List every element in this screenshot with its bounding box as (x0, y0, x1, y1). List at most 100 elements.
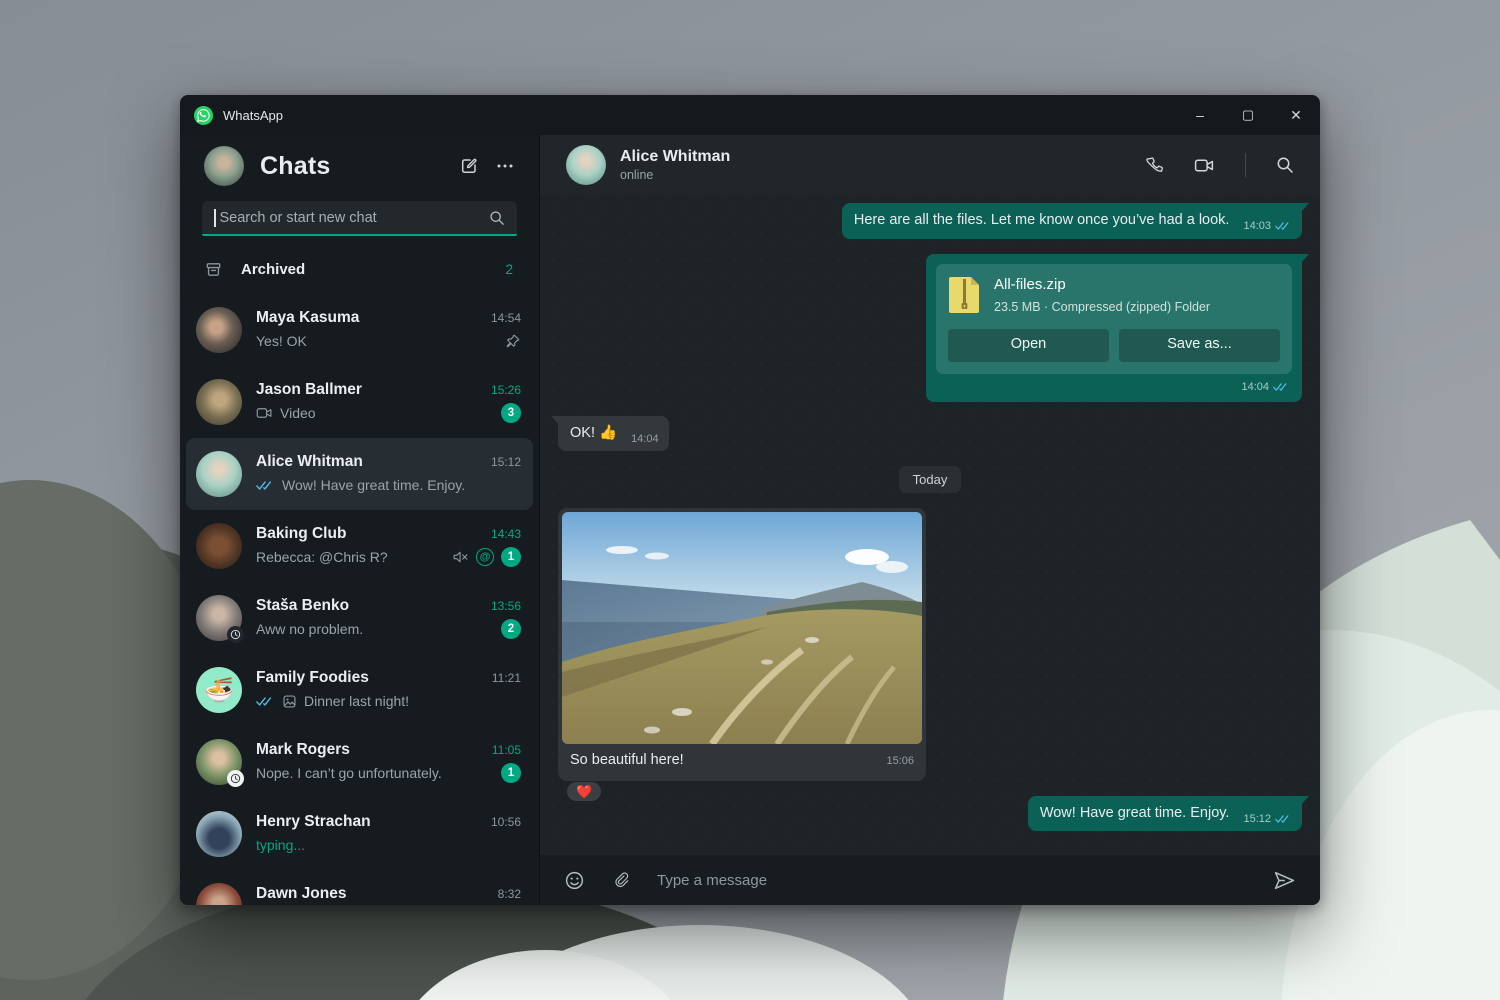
photo-attachment-icon (282, 694, 297, 709)
emoji-button[interactable] (564, 870, 585, 891)
pending-clock-icon (227, 626, 244, 643)
image-caption: So beautiful here! (570, 751, 684, 771)
chat-list: Maya Kasuma 14:54 Yes! OK Jason Ballmer 15… (180, 294, 539, 905)
divider (1245, 153, 1246, 177)
chat-list-item-mark[interactable]: Mark Rogers11:05 Nope. I can’t go unfort… (186, 726, 533, 798)
chat-name: Alice Whitman (256, 453, 363, 471)
contact-name: Alice Whitman (620, 148, 1131, 166)
sidebar: Chats Search or start new chat Archived … (180, 135, 540, 905)
whatsapp-logo-icon (194, 106, 213, 125)
chat-list-item-alice[interactable]: Alice Whitman15:12 Wow! Have great time.… (186, 438, 533, 510)
message-time: 15:12 (1243, 812, 1271, 827)
minimize-button[interactable]: – (1176, 95, 1224, 135)
avatar (196, 307, 242, 353)
read-ticks-icon (1275, 814, 1292, 824)
sidebar-header: Chats (180, 139, 539, 193)
chat-time: 14:54 (491, 311, 521, 325)
chat-preview: Rebecca: @Chris R? (256, 549, 445, 565)
message-outgoing-text[interactable]: Wow! Have great time. Enjoy. 15:12 (1028, 796, 1302, 832)
avatar (196, 379, 242, 425)
chat-name: Family Foodies (256, 669, 369, 687)
avatar (196, 595, 242, 641)
archive-icon (204, 260, 223, 279)
maximize-button[interactable]: ▢ (1224, 95, 1272, 135)
unread-badge: 3 (501, 403, 521, 423)
window-title: WhatsApp (223, 108, 283, 123)
search-placeholder: Search or start new chat (218, 210, 488, 226)
voice-call-button[interactable] (1145, 156, 1164, 175)
chat-preview: Dinner last night! (304, 693, 521, 709)
chat-name: Mark Rogers (256, 741, 350, 759)
send-button[interactable] (1273, 870, 1296, 891)
open-file-button[interactable]: Open (948, 329, 1109, 362)
chat-name: Baking Club (256, 525, 346, 543)
unread-badge: 2 (501, 619, 521, 639)
message-input[interactable]: Type a message (657, 872, 1247, 889)
avatar (196, 811, 242, 857)
window-titlebar: WhatsApp – ▢ ✕ (180, 95, 1320, 135)
landscape-photo (562, 512, 922, 744)
avatar (196, 451, 242, 497)
archived-count: 2 (505, 262, 513, 277)
message-text: OK! 👍 (570, 425, 617, 441)
message-time: 14:04 (631, 432, 659, 447)
menu-button[interactable] (495, 156, 515, 176)
chat-name: Jason Ballmer (256, 381, 362, 399)
chat-list-item-henry[interactable]: Henry Strachan10:56 typing... (186, 798, 533, 870)
chat-preview: Wow! Have great time. Enjoy. (282, 477, 521, 493)
chat-preview: Video (280, 405, 494, 421)
date-divider: Today (899, 466, 962, 493)
chat-time: 14:43 (491, 527, 521, 541)
chat-preview: Nope. I can’t go unfortunately. (256, 765, 494, 781)
chats-title: Chats (260, 152, 443, 181)
read-ticks-icon (1273, 382, 1290, 392)
chat-preview: Aww no problem. (256, 621, 494, 637)
message-text: Here are all the files. Let me know once… (854, 212, 1230, 228)
search-input[interactable]: Search or start new chat (202, 201, 517, 236)
archived-chats-row[interactable]: Archived 2 (180, 248, 539, 290)
chat-name: Maya Kasuma (256, 309, 359, 327)
read-ticks-icon (256, 480, 275, 491)
whatsapp-window: WhatsApp – ▢ ✕ Chats Search or start new… (180, 95, 1320, 905)
search-icon (489, 210, 505, 226)
message-time: 14:04 (1241, 380, 1269, 395)
chat-list-item-family-foodies[interactable]: 🍜 Family Foodies11:21 Dinner last night! (186, 654, 533, 726)
chat-list-item-maya[interactable]: Maya Kasuma 14:54 Yes! OK (186, 294, 533, 366)
contact-avatar[interactable] (566, 145, 606, 185)
pending-clock-icon (227, 770, 244, 787)
chat-list-item-baking-club[interactable]: Baking Club14:43 Rebecca: @Chris R? @ 1 (186, 510, 533, 582)
typing-indicator: typing... (256, 837, 521, 853)
video-call-button[interactable] (1194, 157, 1215, 174)
zip-file-icon (948, 275, 982, 315)
message-incoming-image[interactable]: So beautiful here! 15:06 ❤️ (558, 508, 926, 781)
message-incoming-text[interactable]: OK! 👍 14:04 (558, 416, 669, 452)
avatar (196, 883, 242, 905)
attach-button[interactable] (611, 870, 631, 890)
chat-time: 15:26 (491, 383, 521, 397)
file-name: All-files.zip (994, 275, 1210, 295)
close-button[interactable]: ✕ (1272, 95, 1320, 135)
chat-name: Dawn Jones (256, 885, 346, 903)
mention-icon: @ (476, 548, 494, 566)
chat-time: 11:21 (492, 671, 521, 685)
message-time: 14:03 (1243, 219, 1271, 234)
unread-badge: 1 (501, 763, 521, 783)
chat-list-item-stasa[interactable]: Staša Benko13:56 Aww no problem. 2 (186, 582, 533, 654)
chat-preview: Yes! OK (256, 333, 498, 349)
message-outgoing-text[interactable]: Here are all the files. Let me know once… (842, 203, 1302, 239)
chat-list-item-jason[interactable]: Jason Ballmer 15:26 Video 3 (186, 366, 533, 438)
save-as-button[interactable]: Save as... (1119, 329, 1280, 362)
heart-reaction-badge[interactable]: ❤️ (566, 781, 602, 802)
muted-icon (452, 550, 469, 564)
message-text: Wow! Have great time. Enjoy. (1040, 805, 1230, 821)
message-composer: Type a message (540, 855, 1320, 905)
avatar (196, 523, 242, 569)
message-outgoing-file[interactable]: All-files.zip 23.5 MB · Compressed (zipp… (926, 254, 1302, 402)
video-attachment-icon (256, 406, 273, 420)
profile-avatar[interactable] (204, 146, 244, 186)
chat-list-item-dawn[interactable]: Dawn Jones8:32 (186, 870, 533, 905)
new-chat-button[interactable] (459, 156, 479, 176)
chat-name: Henry Strachan (256, 813, 371, 831)
search-in-chat-button[interactable] (1276, 156, 1294, 174)
message-list: Here are all the files. Let me know once… (540, 195, 1320, 855)
